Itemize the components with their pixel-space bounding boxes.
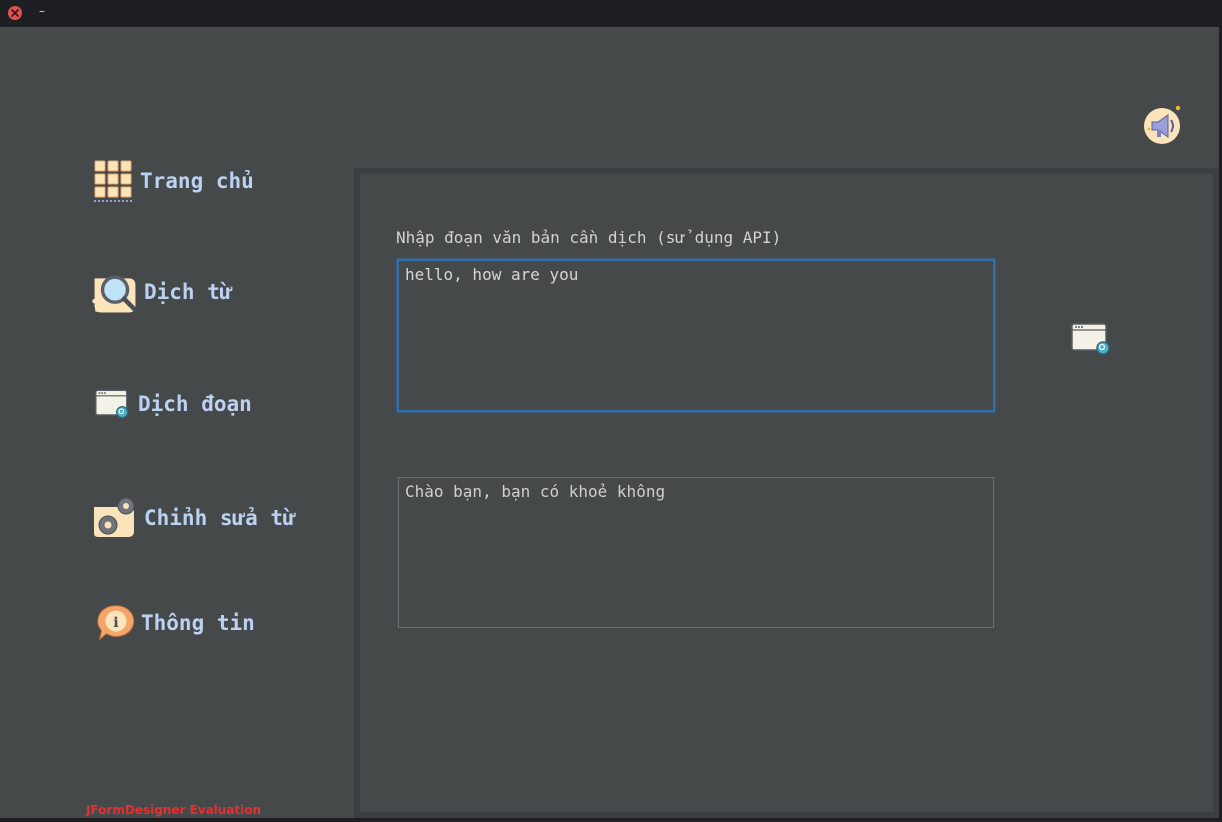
translate-button[interactable]	[1070, 322, 1112, 356]
source-text-input[interactable]	[396, 258, 996, 413]
sidebar-item-label: Thông tin	[141, 611, 255, 635]
input-prompt-label: Nhập đoạn văn bản cần dịch (sử dụng API)	[396, 228, 782, 247]
sidebar-item-info[interactable]: i Thông tin	[95, 602, 255, 644]
gears-icon	[94, 497, 135, 537]
grid-icon	[94, 160, 132, 202]
sidebar-item-label: Dịch đoạn	[138, 392, 252, 416]
sidebar-item-translate-word[interactable]: Dịch từ	[90, 267, 233, 317]
sidebar-item-label: Trang chủ	[140, 169, 254, 193]
window-title: –	[39, 4, 45, 18]
translated-text-output: Chào bạn, bạn có khoẻ không	[398, 477, 994, 628]
window-search-icon	[1071, 323, 1110, 355]
sidebar-item-home[interactable]: Trang chủ	[92, 159, 254, 203]
magnifier-icon	[92, 275, 138, 313]
evaluation-watermark: JFormDesigner Evaluation	[86, 803, 262, 817]
sidebar-item-edit-word[interactable]: Chỉnh sửa từ	[90, 493, 296, 543]
window-titlebar: –	[0, 0, 1222, 27]
close-icon	[11, 9, 19, 17]
window-bottom-edge	[0, 818, 1222, 822]
megaphone-icon[interactable]	[1143, 105, 1183, 145]
close-button[interactable]	[8, 6, 22, 20]
window-search-icon	[95, 389, 129, 419]
info-bubble-icon: i	[97, 605, 135, 641]
sidebar-item-label: Chỉnh sửa từ	[144, 506, 296, 530]
svg-text:i: i	[113, 615, 119, 631]
sidebar-item-label: Dịch từ	[144, 280, 233, 304]
sidebar-item-translate-paragraph[interactable]: Dịch đoạn	[94, 382, 252, 426]
